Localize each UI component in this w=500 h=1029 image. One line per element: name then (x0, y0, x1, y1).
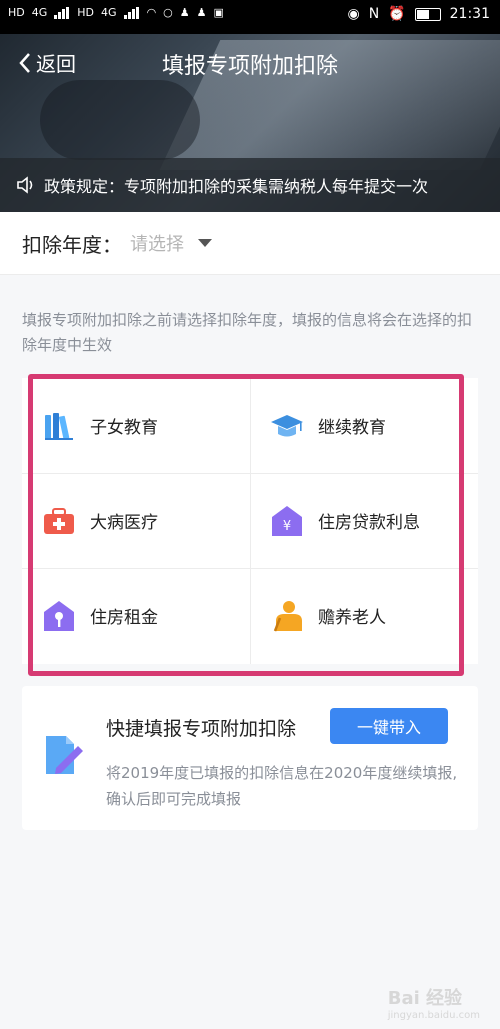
eye-icon: ◉ (347, 6, 360, 22)
signal-icon-2 (123, 6, 140, 19)
watermark-logo: Bai 经验 jingyan.baidu.com (388, 984, 480, 1021)
year-selector[interactable]: 扣除年度： 请选择 (0, 212, 500, 275)
watermark-url: jingyan.baidu.com (387, 1010, 480, 1021)
status-indicators-left: HD 4G HD 4G ◠ ○ ♟ ♟ ▣ (8, 6, 224, 19)
wifi-icon: ◠ (146, 6, 157, 19)
nav-bar: 返回 填报专项附加扣除 (0, 34, 500, 90)
status-bar: HD 4G HD 4G ◠ ○ ♟ ♟ ▣ ◉ N ⏰ 21:31 (0, 0, 500, 34)
search-icon: ○ (163, 6, 173, 19)
year-select-value[interactable]: 请选择 (130, 230, 184, 256)
item-continuing-education[interactable]: 继续教育 (250, 378, 478, 473)
item-label: 住房贷款利息 (318, 513, 420, 533)
svg-text:¥: ¥ (283, 519, 291, 534)
item-housing-rent[interactable]: 住房租金 (22, 568, 250, 663)
qq-icon-2: ♟ (196, 6, 207, 19)
item-label: 大病医疗 (90, 513, 158, 533)
house-key-icon (44, 600, 74, 631)
speaker-icon (17, 176, 33, 194)
page-title: 填报专项附加扣除 (161, 54, 338, 79)
hd-badge-2: HD (77, 6, 95, 19)
caret-down-icon[interactable] (198, 239, 212, 247)
network-type-2: 4G (101, 6, 117, 19)
qq-icon: ♟ (179, 6, 190, 19)
quick-fill-description: 将2019年度已填报的扣除信息在2020年度继续填报,确认后即可完成填报 (106, 764, 458, 808)
status-indicators-right: ◉ N ⏰ 21:31 (348, 6, 491, 22)
quick-fill-card: 快捷填报专项附加扣除 一键带入 将2019年度已填报的扣除信息在2020年度继续… (22, 686, 478, 830)
item-elderly-support[interactable]: 赡养老人 (250, 568, 478, 663)
battery-icon (414, 7, 441, 21)
alarm-icon: ⏰ (388, 6, 406, 22)
year-label: 扣除年度： (22, 232, 122, 257)
edit-document-icon (46, 736, 83, 774)
item-child-education[interactable]: 子女教育 (22, 378, 250, 473)
item-housing-loan-interest[interactable]: ¥ 住房贷款利息 (250, 473, 478, 568)
year-hint-text: 填报专项附加扣除之前请选择扣除年度，填报的信息将会在选择的扣除年度中生效 (22, 311, 473, 354)
one-click-import-button[interactable]: 一键带入 (330, 708, 448, 744)
quick-fill-title: 快捷填报专项附加扣除 (106, 718, 297, 740)
signal-icon (54, 6, 70, 19)
policy-text: 政策规定：专项附加扣除的采集需纳税人每年提交一次 (44, 177, 429, 196)
medical-kit-icon (44, 507, 74, 534)
item-serious-illness[interactable]: 大病医疗 (22, 473, 250, 568)
item-label: 赡养老人 (318, 608, 386, 628)
clock-time: 21:31 (449, 6, 490, 22)
hd-badge: HD (8, 6, 25, 19)
deduction-grid: 子女教育 继续教育 大病医疗 ¥ 住房贷款利息 住房租金 赡养老人 (22, 378, 478, 664)
house-yuan-icon: ¥ (272, 505, 302, 536)
elderly-person-icon (273, 600, 302, 631)
nfc-icon: N (368, 6, 380, 22)
graduation-cap-icon (271, 414, 303, 436)
network-type: 4G (31, 6, 48, 19)
policy-banner: 政策规定：专项附加扣除的采集需纳税人每年提交一次 (0, 158, 500, 212)
item-label: 住房租金 (90, 608, 158, 628)
item-label: 继续教育 (318, 418, 386, 438)
watermark-text: Bai 经验 (387, 988, 463, 1009)
item-label: 子女教育 (90, 418, 158, 438)
books-icon (45, 412, 73, 440)
notification-icon: ▣ (213, 6, 224, 19)
